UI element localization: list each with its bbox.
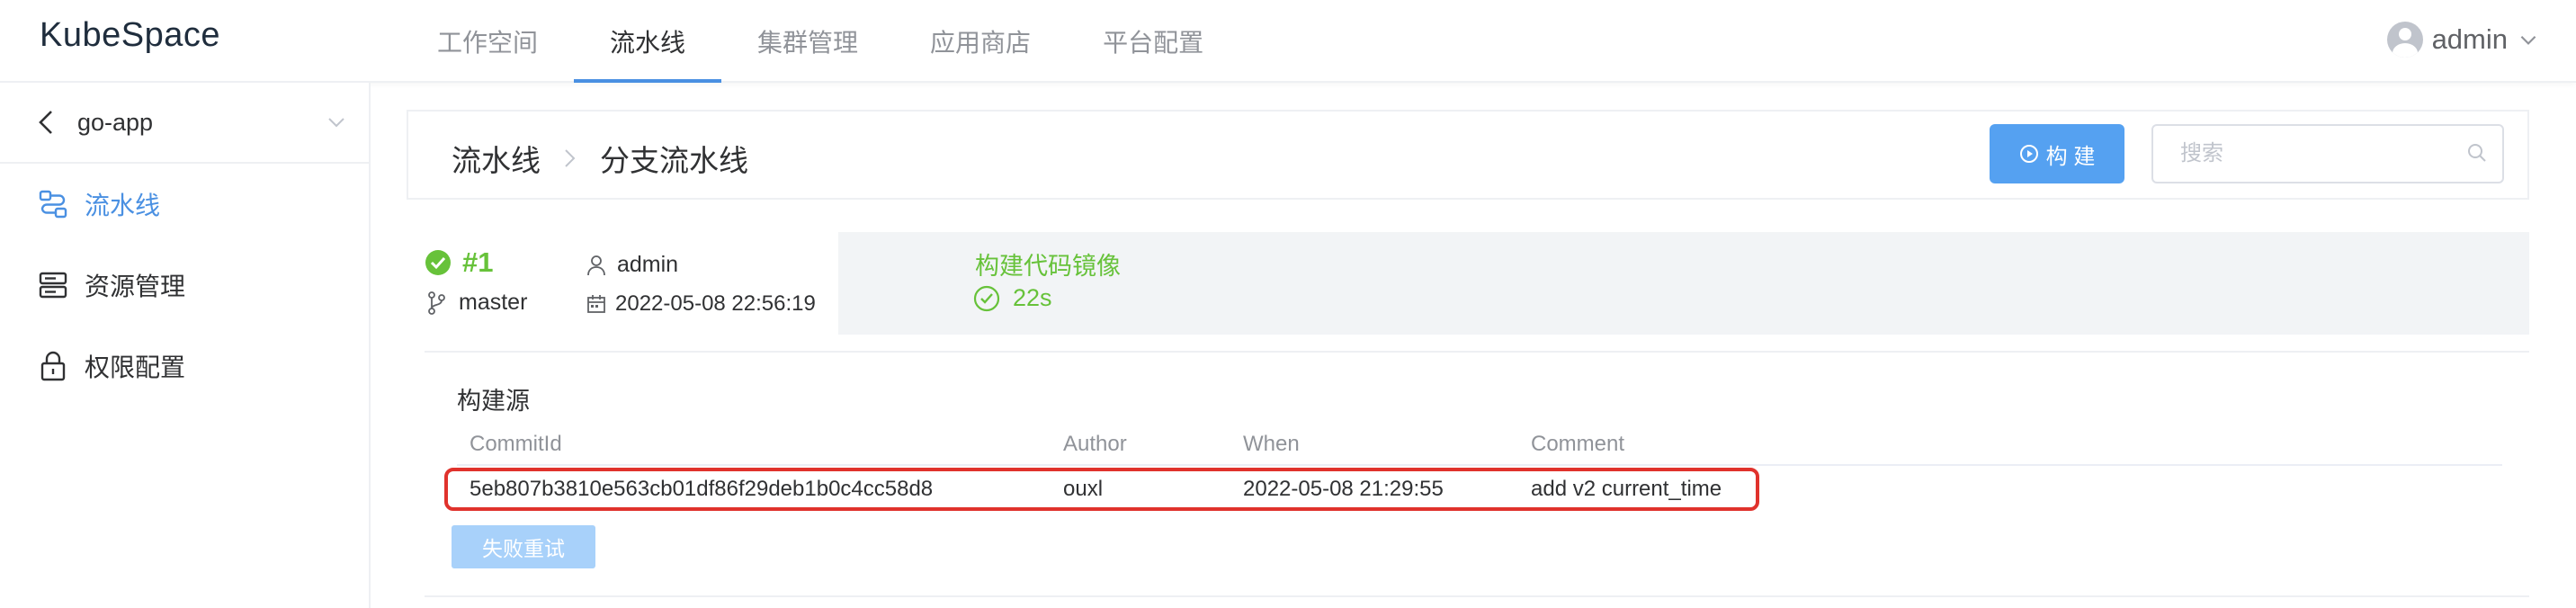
project-name: go-app — [77, 108, 154, 136]
stage-duration-value: 22s — [1013, 284, 1052, 311]
column-header-commitid: CommitId — [470, 432, 562, 456]
calendar-icon — [587, 295, 605, 313]
lock-icon — [40, 351, 66, 381]
sidebar-item-permissions[interactable]: 权限配置 — [0, 326, 369, 407]
server-icon — [39, 272, 67, 299]
check-circle-icon — [973, 285, 1000, 311]
breadcrumb-separator-icon — [562, 147, 578, 170]
nav-item-workspace[interactable]: 工作空间 — [401, 0, 574, 83]
section-title: 构建源 — [457, 388, 530, 415]
section-divider — [425, 351, 2529, 353]
sidebar-item-label: 权限配置 — [85, 353, 186, 381]
stage-name[interactable]: 构建代码镜像 — [975, 246, 1121, 282]
row-highlight — [444, 468, 1759, 511]
branch-icon — [428, 291, 445, 315]
run-user-name: admin — [617, 252, 679, 277]
avatar-icon — [2386, 22, 2423, 58]
run-id[interactable]: #1 — [425, 246, 493, 279]
nav-item-pipeline[interactable]: 流水线 — [574, 0, 722, 83]
column-header-comment: Comment — [1531, 432, 1625, 456]
nav-item-cluster[interactable]: 集群管理 — [721, 0, 894, 83]
user-name: admin — [2431, 23, 2508, 55]
stage-panel: 构建代码镜像 22s — [838, 232, 2529, 335]
nav-item-platform[interactable]: 平台配置 — [1067, 0, 1239, 83]
table-header-divider — [457, 464, 2502, 466]
column-header-when: When — [1243, 432, 1300, 456]
build-button[interactable]: 构 建 — [1990, 124, 2124, 183]
run-branch: master — [426, 290, 527, 316]
run-timestamp: 2022-05-08 22:56:19 — [615, 291, 816, 316]
breadcrumb: 流水线 分支流水线 — [452, 137, 748, 180]
section-divider — [425, 595, 2529, 597]
success-check-icon — [425, 250, 451, 275]
top-bar: KubeSpace 工作空间 流水线 集群管理 应用商店 平台配置 admin — [0, 0, 2576, 83]
breadcrumb-card: 流水线 分支流水线 构 建 — [407, 110, 2529, 200]
run-number: #1 — [462, 246, 494, 278]
branch-name: master — [459, 290, 528, 315]
pipeline-icon — [39, 190, 67, 219]
user-icon — [587, 255, 605, 275]
stage-duration: 22s — [973, 284, 1052, 312]
back-arrow-icon[interactable] — [36, 109, 58, 136]
sidebar-item-label: 流水线 — [85, 192, 161, 219]
chevron-down-icon — [328, 118, 344, 128]
search-input[interactable] — [2151, 124, 2504, 183]
breadcrumb-current: 分支流水线 — [600, 144, 748, 177]
nav-item-appstore[interactable]: 应用商店 — [894, 0, 1067, 83]
column-header-author: Author — [1063, 432, 1127, 456]
sidebar-item-pipeline[interactable]: 流水线 — [0, 164, 369, 245]
search-icon[interactable] — [2466, 142, 2488, 164]
run-user: admin — [586, 252, 678, 278]
top-nav: 工作空间 流水线 集群管理 应用商店 平台配置 — [401, 0, 1239, 83]
run-time: 2022-05-08 22:56:19 — [586, 291, 816, 317]
build-button-label: 构 建 — [2045, 144, 2096, 169]
retry-button[interactable]: 失败重试 — [452, 525, 595, 568]
project-selector[interactable]: go-app — [0, 83, 369, 164]
breadcrumb-parent[interactable]: 流水线 — [452, 137, 541, 180]
sidebar-item-label: 资源管理 — [85, 273, 186, 300]
sidebar-item-resources[interactable]: 资源管理 — [0, 245, 369, 326]
user-menu[interactable]: admin — [2386, 22, 2540, 58]
chevron-down-icon — [2520, 35, 2536, 45]
app-logo[interactable]: KubeSpace — [40, 16, 220, 55]
play-circle-icon — [2019, 145, 2038, 163]
sidebar: go-app 流水线 资源管理 权限配置 — [0, 83, 371, 608]
